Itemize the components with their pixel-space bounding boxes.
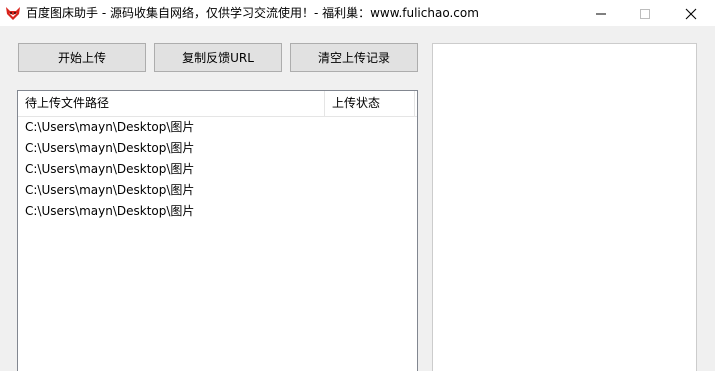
list-item[interactable]: C:\Users\mayn\Desktop\图片 (18, 180, 417, 201)
list-item[interactable]: C:\Users\mayn\Desktop\图片 (18, 201, 417, 222)
close-button[interactable] (668, 0, 714, 26)
clear-upload-records-button[interactable]: 清空上传记录 (290, 43, 418, 72)
list-rows: C:\Users\mayn\Desktop\图片 C:\Users\mayn\D… (18, 117, 417, 222)
list-item[interactable]: C:\Users\mayn\Desktop\图片 (18, 159, 417, 180)
list-header: 待上传文件路径 上传状态 (18, 91, 417, 117)
start-upload-button[interactable]: 开始上传 (18, 43, 146, 72)
copy-feedback-url-button[interactable]: 复制反馈URL (154, 43, 282, 72)
title-bar[interactable]: 百度图床助手 - 源码收集自网络，仅供学习交流使用！- 福利巢：www.fuli… (0, 0, 715, 26)
list-item[interactable]: C:\Users\mayn\Desktop\图片 (18, 138, 417, 159)
minimize-button[interactable] (578, 0, 624, 26)
app-window: 百度图床助手 - 源码收集自网络，仅供学习交流使用！- 福利巢：www.fuli… (0, 0, 715, 371)
output-text-area[interactable] (432, 43, 697, 371)
upload-file-list[interactable]: 待上传文件路径 上传状态 C:\Users\mayn\Desktop\图片 C:… (17, 90, 418, 371)
maximize-button[interactable] (622, 0, 668, 26)
window-title: 百度图床助手 - 源码收集自网络，仅供学习交流使用！- 福利巢：www.fuli… (26, 6, 479, 20)
column-header-file-path[interactable]: 待上传文件路径 (18, 91, 325, 116)
list-item[interactable]: C:\Users\mayn\Desktop\图片 (18, 117, 417, 138)
column-header-upload-status[interactable]: 上传状态 (325, 91, 415, 116)
fox-icon (5, 5, 21, 21)
